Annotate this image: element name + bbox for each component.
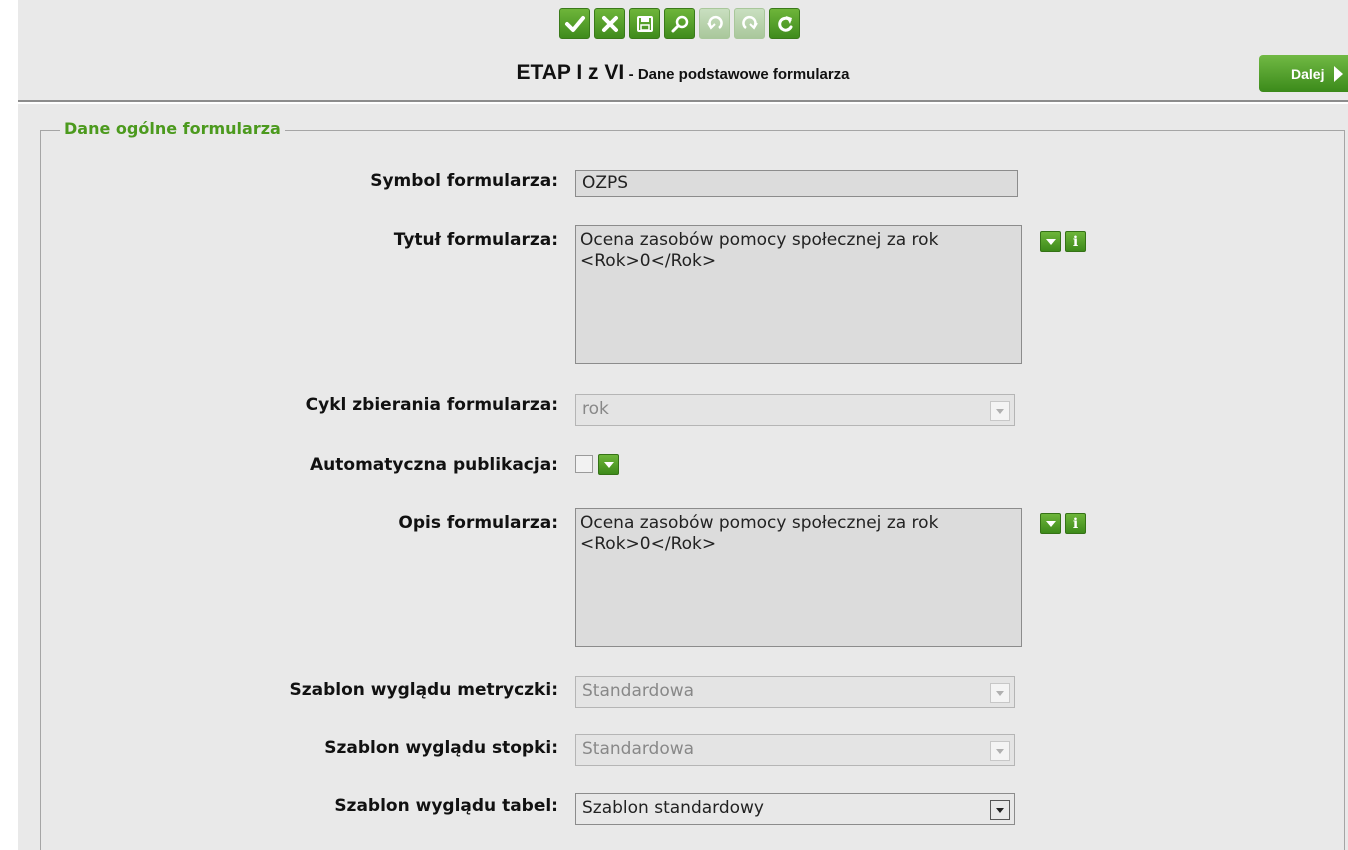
metric-template-value: Standardowa — [582, 681, 695, 701]
dropdown-arrow-icon[interactable] — [990, 683, 1010, 703]
auto-publish-checkbox[interactable] — [575, 455, 593, 473]
table-template-label: Szablon wyglądu tabel: — [334, 796, 558, 816]
fieldset-legend: Dane ogólne formularza — [60, 119, 285, 138]
dropdown-arrow-icon[interactable] — [990, 741, 1010, 761]
description-textarea[interactable]: Ocena zasobów pomocy społecznej za rok <… — [575, 508, 1022, 647]
chevron-down-icon[interactable] — [1040, 231, 1061, 252]
chevron-down-icon[interactable] — [598, 454, 619, 475]
metric-template-label: Szablon wyglądu metryczki: — [289, 680, 559, 700]
title-label: Tytuł formularza: — [393, 230, 558, 250]
cycle-select-value: rok — [582, 399, 609, 419]
next-button-label: Dalej — [1291, 65, 1325, 82]
undo-icon[interactable] — [699, 8, 730, 39]
refresh-icon[interactable] — [769, 8, 800, 39]
symbol-input[interactable]: OZPS — [575, 170, 1018, 197]
page-title: ETAP I z VI - Dane podstawowe formularza — [18, 61, 1348, 85]
next-button[interactable]: Dalej — [1259, 55, 1348, 92]
stage-subtitle: - Dane podstawowe formularza — [628, 66, 850, 83]
redo-icon[interactable] — [734, 8, 765, 39]
info-icon[interactable]: i — [1065, 513, 1086, 534]
title-textarea[interactable]: Ocena zasobów pomocy społecznej za rok <… — [575, 225, 1022, 364]
header-bar: ETAP I z VI - Dane podstawowe formularza… — [18, 0, 1348, 102]
form-panel: Dane ogólne formularza Symbol formularza… — [18, 104, 1348, 850]
footer-template-select[interactable]: Standardowa — [575, 734, 1015, 766]
table-template-value: Szablon standardowy — [582, 798, 764, 818]
dropdown-arrow-icon[interactable] — [990, 800, 1010, 820]
cycle-select[interactable]: rok — [575, 394, 1015, 426]
search-icon[interactable] — [664, 8, 695, 39]
table-template-select[interactable]: Szablon standardowy — [575, 793, 1015, 825]
cycle-label: Cykl zbierania formularza: — [305, 395, 558, 415]
stage-label: ETAP I z VI — [516, 61, 625, 84]
symbol-label: Symbol formularza: — [370, 171, 558, 191]
arrow-right-icon — [1334, 65, 1344, 82]
auto-publish-label: Automatyczna publikacja: — [310, 455, 558, 475]
dropdown-arrow-icon[interactable] — [990, 401, 1010, 421]
footer-template-value: Standardowa — [582, 739, 695, 759]
metric-template-select[interactable]: Standardowa — [575, 676, 1015, 708]
close-icon[interactable] — [594, 8, 625, 39]
toolbar — [559, 8, 800, 44]
save-icon[interactable] — [629, 8, 660, 39]
footer-template-label: Szablon wyglądu stopki: — [324, 738, 558, 758]
chevron-down-icon[interactable] — [1040, 513, 1061, 534]
description-label: Opis formularza: — [398, 513, 558, 533]
check-icon[interactable] — [559, 8, 590, 39]
info-icon[interactable]: i — [1065, 231, 1086, 252]
